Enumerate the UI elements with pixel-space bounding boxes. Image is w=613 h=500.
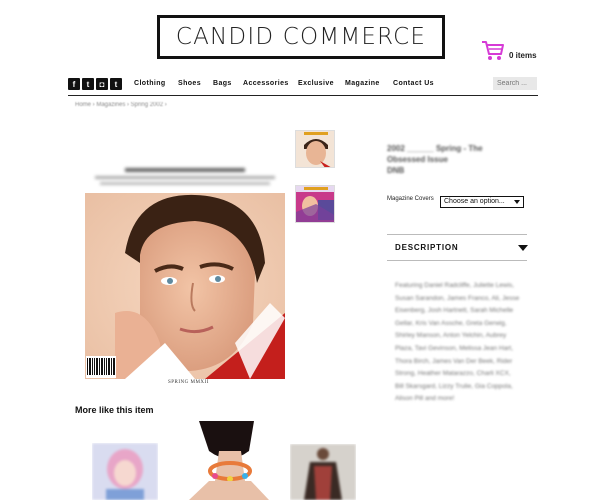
barcode-image [86,356,116,378]
nav-clothing[interactable]: Clothing [134,80,166,87]
related-heading: More like this item [75,405,154,415]
shopping-cart-icon[interactable] [481,40,505,62]
cover-issue-label: SPRING MMXII [168,380,209,385]
related-image-1 [92,443,158,500]
chevron-down-icon [514,200,520,204]
related-item-1[interactable] [92,443,158,500]
description-text: Featuring Daniel Radcliffe, Juliette Lew… [395,282,520,403]
product-title-line-2: Obsessed Issue [387,155,448,164]
related-item-2[interactable] [179,421,269,500]
description-divider-top [387,234,527,235]
thumbnail-cover-2[interactable] [295,185,335,223]
description-divider-bottom [387,260,527,261]
related-image-3 [290,444,356,500]
caret-down-icon[interactable] [518,245,528,251]
instagram-icon[interactable]: ◘ [96,78,108,90]
nav-divider [68,95,538,96]
magazine-cover-image[interactable] [85,193,285,379]
site-logo[interactable]: CANDID COMMERCE [157,15,445,59]
related-image-2 [179,421,269,500]
option-label: Magazine Covers [387,196,434,202]
nav-bags[interactable]: Bags [213,80,232,87]
magazine-masthead [95,168,275,185]
thumbnail-image-1 [296,131,334,167]
product-title: 2002 ______ Spring - The Obsessed Issue … [387,143,527,176]
select-value: Choose an option... [444,198,505,205]
nav-shoes[interactable]: Shoes [178,80,201,87]
nav-magazine[interactable]: Magazine [345,80,380,87]
product-title-line-3: DNB [387,166,405,175]
twitter-icon[interactable]: t [82,78,94,90]
magazine-cover-select[interactable]: Choose an option... [440,196,524,208]
nav-contact-us[interactable]: Contact Us [393,80,434,87]
cover-portrait [85,193,285,379]
search-input[interactable] [493,77,537,90]
cart-count[interactable]: 0 items [509,51,537,60]
product-title-line-1: 2002 ______ Spring - The [387,144,483,153]
facebook-icon[interactable]: f [68,78,80,90]
thumbnail-cover-1[interactable] [295,130,335,168]
breadcrumb[interactable]: Home › Magazines › Spring 2002 › [75,102,167,108]
description-toggle[interactable]: DESCRIPTION [395,243,458,252]
nav-exclusive[interactable]: Exclusive [298,80,334,87]
tumblr-icon[interactable]: t [110,78,122,90]
thumbnail-image-2 [296,186,334,222]
nav-accessories[interactable]: Accessories [243,80,289,87]
related-item-3[interactable] [290,444,356,500]
